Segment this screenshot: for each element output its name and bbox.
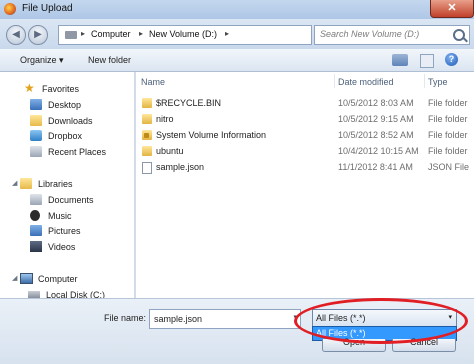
file-name-value[interactable]: sample.json (154, 314, 202, 324)
downloads-icon (30, 115, 42, 126)
column-header-type[interactable]: Type (428, 77, 448, 87)
videos-icon (30, 241, 42, 252)
column-header-name[interactable]: Name (141, 77, 165, 87)
navigation-pane: ★ Favorites Desktop Downloads Dropbox Re… (0, 72, 135, 300)
window-title: File Upload (22, 3, 73, 14)
column-divider[interactable] (424, 74, 425, 88)
file-list: $RECYCLE.BIN 10/5/2012 8:03 AM File fold… (136, 90, 474, 298)
annotation-highlight-ring (294, 298, 468, 344)
search-icon[interactable] (453, 29, 465, 41)
drive-icon (65, 31, 77, 39)
breadcrumb-separator[interactable]: ▸ (139, 29, 143, 38)
computer-icon (20, 273, 33, 284)
locked-folder-icon (142, 130, 152, 140)
file-upload-dialog: File Upload ✕ ◀ ▶ ▸ Computer ▸ New Volum… (0, 0, 474, 364)
pictures-icon (30, 225, 42, 236)
desktop-icon (30, 99, 42, 110)
star-icon: ★ (24, 81, 35, 95)
documents-icon (30, 194, 42, 205)
expander-icon[interactable]: ◢ (12, 179, 17, 187)
column-header-date-modified[interactable]: Date modified (338, 77, 394, 87)
command-toolbar: Organize ▾ New folder ? (0, 49, 474, 72)
file-name-field[interactable]: sample.json ▾ (149, 309, 301, 329)
column-divider[interactable] (334, 74, 335, 88)
new-folder-button[interactable]: New folder (88, 55, 131, 65)
preview-pane-icon[interactable] (420, 54, 434, 68)
breadcrumb-separator[interactable]: ▸ (225, 29, 229, 38)
breadcrumb-new-volume[interactable]: New Volume (D:) (149, 29, 217, 39)
music-icon (30, 210, 40, 221)
organize-menu[interactable]: Organize ▾ (20, 55, 64, 66)
libraries-icon (20, 178, 32, 189)
close-button[interactable]: ✕ (430, 0, 474, 18)
change-view-icon[interactable] (392, 54, 408, 66)
help-icon[interactable]: ? (445, 53, 458, 66)
firefox-icon (4, 3, 16, 15)
address-bar[interactable]: ▸ Computer ▸ New Volume (D:) ▸ (58, 25, 312, 45)
list-item[interactable]: sample.json 11/1/2012 8:41 AM JSON File (136, 159, 474, 175)
column-headers: Name Date modified Type (136, 72, 474, 91)
folder-icon (142, 114, 152, 124)
list-item[interactable]: $RECYCLE.BIN 10/5/2012 8:03 AM File fold… (136, 95, 474, 111)
list-item[interactable]: System Volume Information 10/5/2012 8:52… (136, 127, 474, 143)
folder-icon (142, 146, 152, 156)
list-item[interactable]: ubuntu 10/4/2012 10:15 AM File folder (136, 143, 474, 159)
forward-button[interactable]: ▶ (28, 25, 48, 45)
title-bar: File Upload ✕ (0, 0, 474, 19)
search-placeholder: Search New Volume (D:) (320, 29, 420, 39)
dropbox-icon (30, 130, 42, 141)
breadcrumb-separator[interactable]: ▸ (81, 29, 85, 38)
search-input[interactable]: Search New Volume (D:) (314, 25, 470, 45)
recent-places-icon (30, 146, 42, 157)
breadcrumb-computer[interactable]: Computer (91, 29, 131, 39)
list-item[interactable]: nitro 10/5/2012 9:15 AM File folder (136, 111, 474, 127)
expander-icon[interactable]: ◢ (12, 274, 17, 282)
folder-icon (142, 98, 152, 108)
document-icon (142, 162, 152, 174)
back-button[interactable]: ◀ (6, 25, 26, 45)
navigation-bar: ◀ ▶ ▸ Computer ▸ New Volume (D:) ▸ Searc… (0, 19, 474, 49)
file-name-label: File name: (104, 313, 147, 323)
